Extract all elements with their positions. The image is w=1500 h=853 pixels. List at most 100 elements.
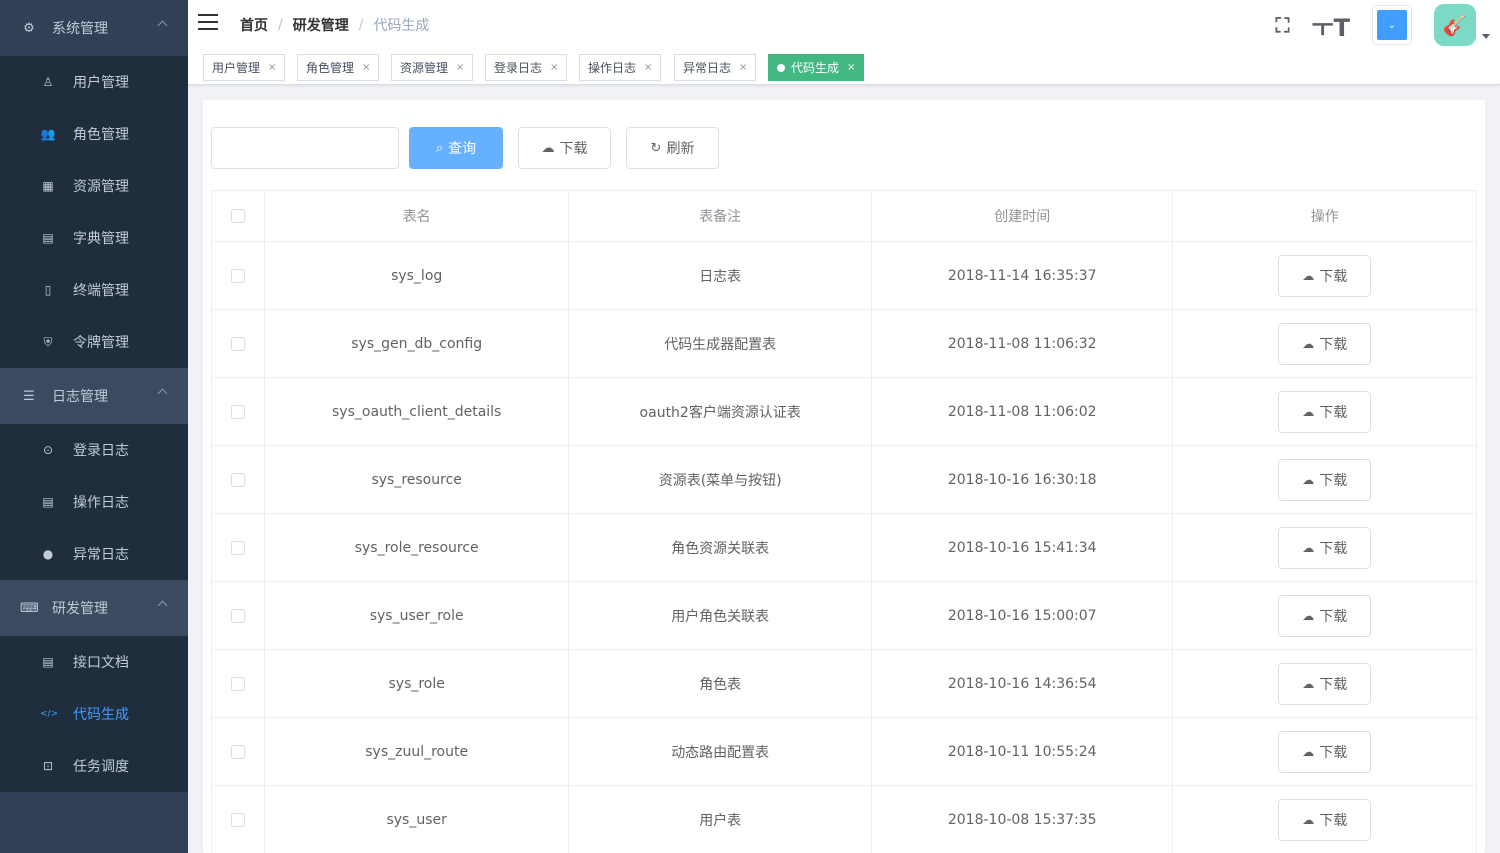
submenu: ♙ 用户管理 👥 角色管理 ▦ 资源管理 ▤ 字典管理 ▯ 终端管理 ⛨ 令牌管理 <box>0 56 188 368</box>
table-name-cell: sys_user <box>265 786 570 853</box>
hamburger-menu-icon[interactable] <box>198 14 218 32</box>
tag-item[interactable]: 资源管理 × <box>391 54 474 81</box>
sidebar-item[interactable]: 👥 角色管理 <box>0 108 188 160</box>
created-time-cell: 2018-10-16 15:00:07 <box>872 582 1174 649</box>
tag-item[interactable]: 登录日志 × <box>485 54 568 81</box>
row-checkbox[interactable] <box>230 336 245 351</box>
font-size-icon[interactable]: ㅜT <box>1312 8 1350 43</box>
created-time-cell: 2018-10-16 15:41:34 <box>872 514 1174 581</box>
row-checkbox[interactable] <box>230 608 245 623</box>
table-comment-cell: 动态路由配置表 <box>569 718 872 785</box>
row-download-label: 下载 <box>1319 404 1348 421</box>
table-row: sys_user_role 用户角色关联表 2018-10-16 15:00:07 ☁… <box>212 582 1476 650</box>
table-comment-cell: 日志表 <box>569 242 872 309</box>
row-download-label: 下载 <box>1319 676 1348 693</box>
tag-item[interactable]: 操作日志 × <box>579 54 662 81</box>
download-button[interactable]: ☁ 下载 <box>518 127 611 169</box>
file-icon: ▤ <box>42 655 54 669</box>
chevron-up-icon <box>157 388 168 399</box>
close-icon[interactable]: × <box>550 62 558 73</box>
row-checkbox[interactable] <box>230 676 245 691</box>
row-download-button[interactable]: ☁ 下载 <box>1278 322 1372 365</box>
sidebar: ⚙ 系统管理 ♙ 用户管理 👥 角色管理 ▦ 资源管理 ▤ 字典管理 ▯ 终端管理 ⛨ 令牌管理 ☰ 日志管理… <box>0 0 188 853</box>
refresh-icon: ↻ <box>650 140 662 156</box>
row-download-button[interactable]: ☁ 下载 <box>1278 458 1372 501</box>
close-icon[interactable]: × <box>362 62 370 73</box>
search-input[interactable] <box>211 127 399 169</box>
theme-color-picker[interactable]: ⌄ <box>1372 5 1412 45</box>
row-checkbox[interactable] <box>230 540 245 555</box>
tag-item[interactable]: 角色管理 × <box>297 54 380 81</box>
close-icon[interactable]: × <box>456 62 464 73</box>
cloud-download-icon: ☁ <box>1302 336 1315 351</box>
tag-item[interactable]: 代码生成 × <box>768 54 865 81</box>
row-download-button[interactable]: ☁ 下载 <box>1278 798 1372 841</box>
breadcrumb-dev-management[interactable]: 研发管理 <box>293 15 349 35</box>
sidebar-item-label: 字典管理 <box>73 231 129 247</box>
menu-group-title[interactable]: ⌨ 研发管理 <box>0 580 188 636</box>
row-download-label: 下载 <box>1319 608 1348 625</box>
sidebar-item-label: 代码生成 <box>73 707 129 723</box>
table-name-cell: sys_role_resource <box>265 514 570 581</box>
table-name-cell: sys_user_role <box>265 582 570 649</box>
row-download-button[interactable]: ☁ 下载 <box>1278 730 1372 773</box>
row-download-label: 下载 <box>1319 744 1348 761</box>
sidebar-item[interactable]: ▤ 字典管理 <box>0 212 188 264</box>
row-download-button[interactable]: ☁ 下载 <box>1278 662 1372 705</box>
tag-item[interactable]: 用户管理 × <box>203 54 286 81</box>
tag-label: 用户管理 <box>212 61 261 75</box>
row-download-button[interactable]: ☁ 下载 <box>1278 594 1372 637</box>
table-row: sys_gen_db_config 代码生成器配置表 2018-11-08 11:0… <box>212 310 1476 378</box>
row-download-label: 下载 <box>1319 540 1348 557</box>
query-button[interactable]: ⌕ 查询 <box>409 127 503 169</box>
sidebar-item[interactable]: ▤ 接口文档 <box>0 636 188 688</box>
refresh-button[interactable]: ↻ 刷新 <box>626 127 719 169</box>
close-icon[interactable]: × <box>644 62 652 73</box>
sidebar-item[interactable]: ⊡ 任务调度 <box>0 740 188 792</box>
sidebar-item[interactable]: ⊙ 登录日志 <box>0 424 188 476</box>
close-icon[interactable]: × <box>847 62 855 73</box>
breadcrumb-home[interactable]: 首页 <box>240 15 268 35</box>
select-cell <box>212 242 265 309</box>
cloud-download-icon: ☁ <box>541 140 555 156</box>
created-time-cell: 2018-11-08 11:06:32 <box>872 310 1174 377</box>
sidebar-item[interactable]: ⛨ 令牌管理 <box>0 316 188 368</box>
caret-down-icon[interactable] <box>1482 33 1490 39</box>
menu-group-label: 研发管理 <box>52 601 108 617</box>
row-checkbox[interactable] <box>230 812 245 827</box>
menu-group-title[interactable]: ⚙ 系统管理 <box>0 0 188 56</box>
row-checkbox[interactable] <box>230 268 245 283</box>
sidebar-item[interactable]: ♙ 用户管理 <box>0 56 188 108</box>
action-cell: ☁ 下载 <box>1173 650 1476 717</box>
tag-item[interactable]: 异常日志 × <box>674 54 757 81</box>
close-icon[interactable]: × <box>268 62 276 73</box>
sidebar-item[interactable]: </> 代码生成 <box>0 688 188 740</box>
breadcrumb: 首页 / 研发管理 / 代码生成 <box>240 15 429 35</box>
cloud-download-icon: ☁ <box>1302 608 1315 623</box>
select-cell <box>212 718 265 785</box>
row-download-button[interactable]: ☁ 下载 <box>1278 254 1372 297</box>
sidebar-item[interactable]: ▤ 操作日志 <box>0 476 188 528</box>
select-all-checkbox[interactable] <box>230 209 245 223</box>
sidebar-item-label: 异常日志 <box>73 547 129 563</box>
sidebar-item[interactable]: ▦ 资源管理 <box>0 160 188 212</box>
sidebar-item[interactable]: ● 异常日志 <box>0 528 188 580</box>
row-checkbox[interactable] <box>230 744 245 759</box>
table-row: sys_role_resource 角色资源关联表 2018-10-16 15:41… <box>212 514 1476 582</box>
table-row: sys_log 日志表 2018-11-14 16:35:37 ☁ 下载 <box>212 242 1476 310</box>
sidebar-item-label: 操作日志 <box>73 495 129 511</box>
fullscreen-icon[interactable]: ⛶ <box>1276 13 1290 37</box>
row-download-button[interactable]: ☁ 下载 <box>1278 526 1372 569</box>
tag-label: 异常日志 <box>683 61 732 75</box>
avatar[interactable]: 🎸 <box>1434 4 1476 46</box>
menu-group-label: 系统管理 <box>52 21 108 37</box>
row-checkbox[interactable] <box>230 404 245 419</box>
menu-group-title[interactable]: ☰ 日志管理 <box>0 368 188 424</box>
sidebar-item[interactable]: ▯ 终端管理 <box>0 264 188 316</box>
row-download-button[interactable]: ☁ 下载 <box>1278 390 1372 433</box>
action-cell: ☁ 下载 <box>1173 446 1476 513</box>
close-icon[interactable]: × <box>739 62 747 73</box>
table-name-cell: sys_log <box>265 242 570 309</box>
row-download-label: 下载 <box>1319 336 1348 353</box>
row-checkbox[interactable] <box>230 472 245 487</box>
